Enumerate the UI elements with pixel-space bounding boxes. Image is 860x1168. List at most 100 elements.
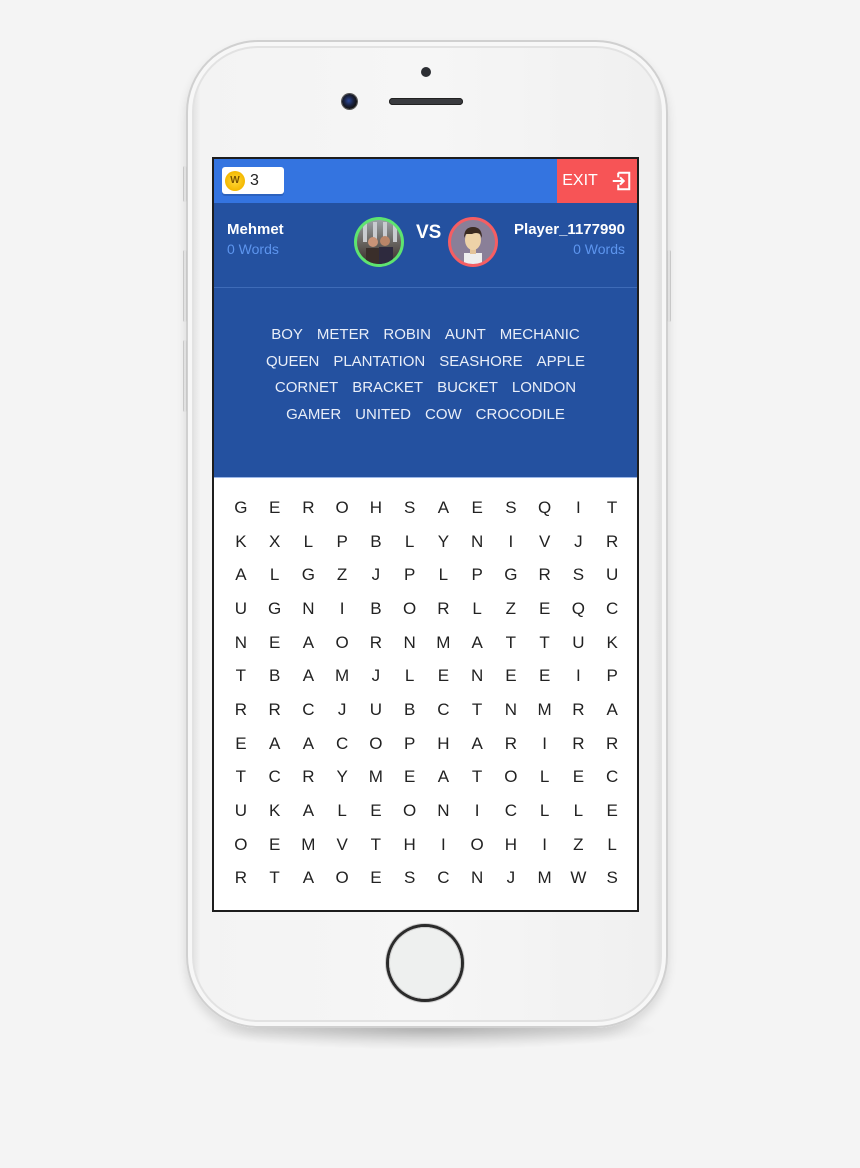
- grid-cell[interactable]: K: [224, 525, 258, 559]
- grid-cell[interactable]: T: [460, 693, 494, 727]
- grid-cell[interactable]: M: [528, 862, 562, 896]
- grid-cell[interactable]: R: [595, 525, 629, 559]
- grid-cell[interactable]: P: [393, 558, 427, 592]
- grid-cell[interactable]: P: [460, 558, 494, 592]
- grid-cell[interactable]: G: [494, 558, 528, 592]
- grid-cell[interactable]: A: [258, 727, 292, 761]
- grid-cell[interactable]: U: [224, 592, 258, 626]
- grid-cell[interactable]: L: [528, 794, 562, 828]
- grid-cell[interactable]: T: [494, 626, 528, 660]
- grid-cell[interactable]: Z: [562, 828, 596, 862]
- grid-cell[interactable]: R: [562, 727, 596, 761]
- grid-cell[interactable]: E: [528, 659, 562, 693]
- grid-cell[interactable]: G: [224, 491, 258, 525]
- grid-cell[interactable]: R: [292, 761, 326, 795]
- grid-cell[interactable]: L: [393, 659, 427, 693]
- grid-cell[interactable]: L: [460, 592, 494, 626]
- grid-cell[interactable]: A: [595, 693, 629, 727]
- grid-cell[interactable]: J: [494, 862, 528, 896]
- grid-cell[interactable]: E: [258, 491, 292, 525]
- grid-cell[interactable]: Z: [494, 592, 528, 626]
- grid-cell[interactable]: L: [595, 828, 629, 862]
- grid-cell[interactable]: T: [595, 491, 629, 525]
- grid-cell[interactable]: E: [359, 794, 393, 828]
- grid-cell[interactable]: E: [359, 862, 393, 896]
- grid-cell[interactable]: I: [494, 525, 528, 559]
- grid-cell[interactable]: N: [494, 693, 528, 727]
- grid-cell[interactable]: R: [359, 626, 393, 660]
- grid-cell[interactable]: O: [393, 794, 427, 828]
- grid-cell[interactable]: L: [258, 558, 292, 592]
- grid-cell[interactable]: V: [325, 828, 359, 862]
- grid-cell[interactable]: L: [393, 525, 427, 559]
- grid-cell[interactable]: R: [224, 693, 258, 727]
- grid-cell[interactable]: L: [528, 761, 562, 795]
- grid-cell[interactable]: G: [292, 558, 326, 592]
- grid-cell[interactable]: E: [562, 761, 596, 795]
- grid-cell[interactable]: Y: [427, 525, 461, 559]
- grid-cell[interactable]: R: [427, 592, 461, 626]
- grid-cell[interactable]: R: [224, 862, 258, 896]
- grid-cell[interactable]: E: [494, 659, 528, 693]
- grid-cell[interactable]: Z: [325, 558, 359, 592]
- grid-cell[interactable]: A: [460, 626, 494, 660]
- home-button[interactable]: [389, 927, 461, 999]
- grid-cell[interactable]: O: [460, 828, 494, 862]
- grid-cell[interactable]: E: [258, 828, 292, 862]
- grid-cell[interactable]: B: [359, 525, 393, 559]
- grid-cell[interactable]: U: [595, 558, 629, 592]
- grid-cell[interactable]: R: [528, 558, 562, 592]
- grid-cell[interactable]: A: [427, 491, 461, 525]
- grid-cell[interactable]: M: [292, 828, 326, 862]
- grid-cell[interactable]: C: [595, 592, 629, 626]
- grid-cell[interactable]: L: [427, 558, 461, 592]
- grid-cell[interactable]: C: [292, 693, 326, 727]
- grid-cell[interactable]: U: [224, 794, 258, 828]
- grid-cell[interactable]: J: [359, 558, 393, 592]
- grid-cell[interactable]: I: [460, 794, 494, 828]
- grid-cell[interactable]: O: [224, 828, 258, 862]
- grid-cell[interactable]: O: [325, 862, 359, 896]
- grid-cell[interactable]: L: [325, 794, 359, 828]
- grid-cell[interactable]: K: [595, 626, 629, 660]
- grid-cell[interactable]: S: [562, 558, 596, 592]
- grid-cell[interactable]: N: [393, 626, 427, 660]
- grid-cell[interactable]: S: [393, 862, 427, 896]
- grid-cell[interactable]: E: [528, 592, 562, 626]
- grid-cell[interactable]: R: [494, 727, 528, 761]
- grid-cell[interactable]: C: [325, 727, 359, 761]
- grid-cell[interactable]: N: [224, 626, 258, 660]
- grid-cell[interactable]: L: [562, 794, 596, 828]
- grid-cell[interactable]: O: [325, 626, 359, 660]
- grid-cell[interactable]: I: [562, 659, 596, 693]
- grid-cell[interactable]: J: [562, 525, 596, 559]
- grid-cell[interactable]: N: [292, 592, 326, 626]
- grid-cell[interactable]: I: [427, 828, 461, 862]
- grid-cell[interactable]: A: [292, 727, 326, 761]
- grid-cell[interactable]: M: [325, 659, 359, 693]
- grid-cell[interactable]: B: [359, 592, 393, 626]
- grid-cell[interactable]: E: [460, 491, 494, 525]
- grid-cell[interactable]: N: [460, 525, 494, 559]
- grid-cell[interactable]: J: [359, 659, 393, 693]
- grid-cell[interactable]: P: [595, 659, 629, 693]
- grid-cell[interactable]: G: [258, 592, 292, 626]
- grid-cell[interactable]: I: [528, 828, 562, 862]
- grid-cell[interactable]: C: [595, 761, 629, 795]
- grid-cell[interactable]: A: [292, 659, 326, 693]
- grid-cell[interactable]: L: [292, 525, 326, 559]
- grid-cell[interactable]: I: [325, 592, 359, 626]
- grid-cell[interactable]: V: [528, 525, 562, 559]
- grid-cell[interactable]: I: [562, 491, 596, 525]
- grid-cell[interactable]: E: [427, 659, 461, 693]
- grid-cell[interactable]: R: [562, 693, 596, 727]
- grid-cell[interactable]: I: [528, 727, 562, 761]
- grid-cell[interactable]: A: [224, 558, 258, 592]
- grid-cell[interactable]: O: [393, 592, 427, 626]
- grid-cell[interactable]: T: [359, 828, 393, 862]
- grid-cell[interactable]: A: [292, 794, 326, 828]
- grid-cell[interactable]: N: [460, 659, 494, 693]
- grid-cell[interactable]: U: [562, 626, 596, 660]
- grid-cell[interactable]: A: [292, 862, 326, 896]
- grid-cell[interactable]: O: [494, 761, 528, 795]
